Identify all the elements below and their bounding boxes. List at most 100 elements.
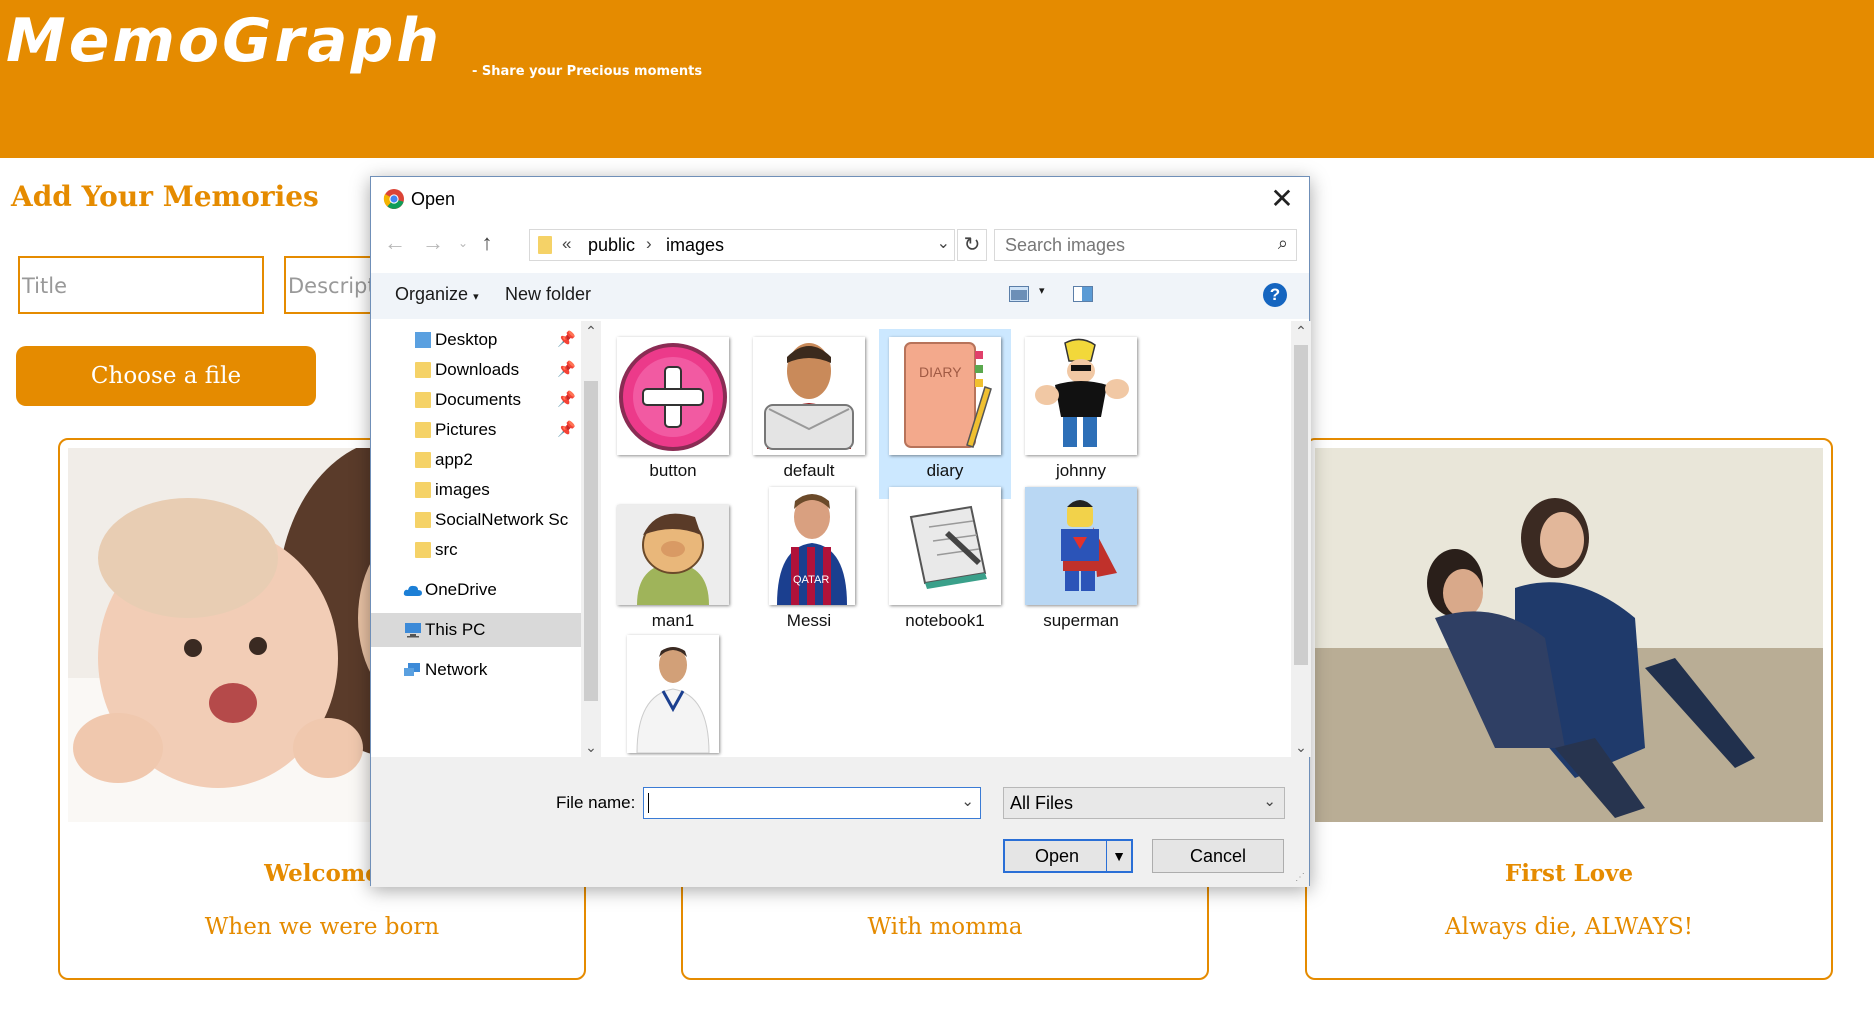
notebook-image <box>889 487 1001 605</box>
change-view-icon[interactable] <box>1009 286 1029 302</box>
nav-item-desktop[interactable]: Desktop 📌 <box>371 323 581 357</box>
nav-item-images[interactable]: images <box>371 473 581 507</box>
scroll-down-icon[interactable]: ⌄ <box>581 737 601 757</box>
pink-plus-button-image <box>617 337 729 455</box>
pin-icon[interactable]: 📌 <box>557 420 576 438</box>
downloads-folder-icon <box>415 362 431 378</box>
tagline: - Share your Precious moments <box>472 64 703 79</box>
choose-file-button[interactable]: Choose a file <box>16 346 316 406</box>
breadcrumb-images[interactable]: images <box>666 235 724 256</box>
address-dropdown-chevron-icon[interactable]: ⌄ <box>937 233 950 253</box>
site-header: MemoGraph - Share your Precious moments <box>0 0 1874 158</box>
memory-card[interactable]: First Love Always die, ALWAYS! <box>1305 438 1833 980</box>
file-item[interactable]: man1 <box>607 479 739 649</box>
cartoon-man-image <box>617 505 729 605</box>
search-input[interactable]: Search images ⌕ <box>994 229 1297 261</box>
pin-icon[interactable]: 📌 <box>557 360 576 378</box>
file-item[interactable]: johnny <box>1015 329 1147 499</box>
svg-text:DIARY: DIARY <box>919 364 962 380</box>
chrome-icon <box>383 189 404 209</box>
nav-item-onedrive[interactable]: OneDrive <box>371 573 581 607</box>
file-list: button default DIARY diary johnny man1 Q… <box>603 321 1291 757</box>
address-bar[interactable]: « public › images ⌄ <box>529 229 955 261</box>
breadcrumb-overflow[interactable]: « <box>562 234 571 254</box>
back-arrow-icon[interactable]: ← <box>381 229 409 257</box>
card-description: Always die, ALWAYS! <box>1444 914 1694 940</box>
scrollbar-thumb[interactable] <box>584 381 598 701</box>
forward-arrow-icon[interactable]: → <box>419 229 447 257</box>
folder-icon <box>415 512 431 528</box>
file-item[interactable] <box>607 627 739 757</box>
pin-icon[interactable]: 📌 <box>557 330 576 348</box>
view-options-chevron-icon[interactable]: ▾ <box>1039 284 1045 297</box>
lego-superman-image <box>1025 487 1137 605</box>
pin-icon[interactable]: 📌 <box>557 390 576 408</box>
dialog-footer: File name: ⌄ All Files ⌄ Open ▼ Cancel ⋰ <box>371 757 1309 887</box>
nav-item-downloads[interactable]: Downloads 📌 <box>371 353 581 387</box>
card-description: When we were born <box>204 914 440 940</box>
open-button[interactable]: Open ▼ <box>1003 839 1133 873</box>
breadcrumb-public[interactable]: public <box>588 235 635 256</box>
file-name-input[interactable]: ⌄ <box>643 787 981 819</box>
breadcrumb-chevron-icon[interactable]: › <box>646 234 652 254</box>
navigation-pane: Desktop 📌 Downloads 📌 Documents 📌 Pictur… <box>371 321 601 757</box>
file-item[interactable]: default <box>743 329 875 499</box>
nav-item-this-pc[interactable]: This PC <box>371 613 581 647</box>
nav-item-pictures[interactable]: Pictures 📌 <box>371 413 581 447</box>
file-type-select[interactable]: All Files ⌄ <box>1003 787 1285 819</box>
nav-item-src[interactable]: src <box>371 533 581 567</box>
nav-item-socialnetwork[interactable]: SocialNetwork Sc <box>371 503 581 537</box>
nav-item-app2[interactable]: app2 <box>371 443 581 477</box>
refresh-icon[interactable]: ↻ <box>957 229 987 261</box>
brand-logo: MemoGraph <box>6 6 443 76</box>
football-player-image <box>627 635 719 753</box>
title-input[interactable]: Title <box>18 256 264 314</box>
dialog-toolbar: Organize ▾ New folder ▾ ? <box>371 273 1309 319</box>
folder-icon <box>538 236 552 254</box>
file-type-value: All Files <box>1010 793 1074 813</box>
file-item[interactable]: button <box>607 329 739 499</box>
new-folder-button[interactable]: New folder <box>505 284 591 305</box>
card-description: With momma <box>867 914 1023 940</box>
folder-icon <box>415 452 431 468</box>
card-title: First Love <box>1504 860 1634 887</box>
file-name-dropdown-chevron-icon[interactable]: ⌄ <box>961 792 974 810</box>
network-icon <box>404 663 420 676</box>
text-caret <box>648 793 649 813</box>
file-item[interactable]: DIARY diary <box>879 329 1011 499</box>
this-pc-icon <box>405 623 421 638</box>
file-item[interactable]: QATAR Messi <box>743 479 875 649</box>
pictures-folder-icon <box>415 422 431 438</box>
close-icon[interactable]: ✕ <box>1265 183 1299 215</box>
cancel-button[interactable]: Cancel <box>1152 839 1284 873</box>
file-list-scrollbar[interactable]: ⌃ ⌄ <box>1291 321 1311 757</box>
dialog-titlebar[interactable]: Open ✕ <box>371 177 1309 221</box>
default-avatar-image <box>753 337 865 455</box>
resize-grip-icon[interactable]: ⋰ <box>1295 872 1305 883</box>
scroll-up-icon[interactable]: ⌃ <box>581 321 601 341</box>
nav-item-documents[interactable]: Documents 📌 <box>371 383 581 417</box>
messi-photo-image: QATAR <box>769 487 855 605</box>
open-file-dialog: Open ✕ ← → ⌄ ↑ « public › images ⌄ ↻ Sea… <box>370 176 1311 887</box>
help-icon[interactable]: ? <box>1263 283 1287 307</box>
search-icon: ⌕ <box>1277 233 1288 253</box>
navigation-scrollbar[interactable]: ⌃ ⌄ <box>581 321 601 757</box>
up-arrow-icon[interactable]: ↑ <box>473 229 501 257</box>
preview-pane-icon[interactable] <box>1073 286 1093 302</box>
scroll-up-icon[interactable]: ⌃ <box>1291 321 1311 341</box>
file-type-chevron-icon: ⌄ <box>1263 793 1276 810</box>
nav-item-network[interactable]: Network <box>371 653 581 687</box>
open-options-dropdown-icon[interactable]: ▼ <box>1106 841 1131 871</box>
file-item[interactable]: superman <box>1015 479 1147 649</box>
organize-menu[interactable]: Organize ▾ <box>395 284 479 305</box>
scrollbar-thumb[interactable] <box>1294 345 1308 665</box>
file-name-label: File name: <box>556 793 636 812</box>
svg-text:QATAR: QATAR <box>793 574 829 586</box>
folder-icon <box>415 482 431 498</box>
desktop-folder-icon <box>415 332 431 348</box>
scroll-down-icon[interactable]: ⌄ <box>1291 737 1311 757</box>
johnny-bravo-image <box>1025 337 1137 455</box>
memory-photo-couple <box>1315 448 1823 822</box>
file-item[interactable]: notebook1 <box>879 479 1011 649</box>
diary-image: DIARY <box>889 337 1001 455</box>
